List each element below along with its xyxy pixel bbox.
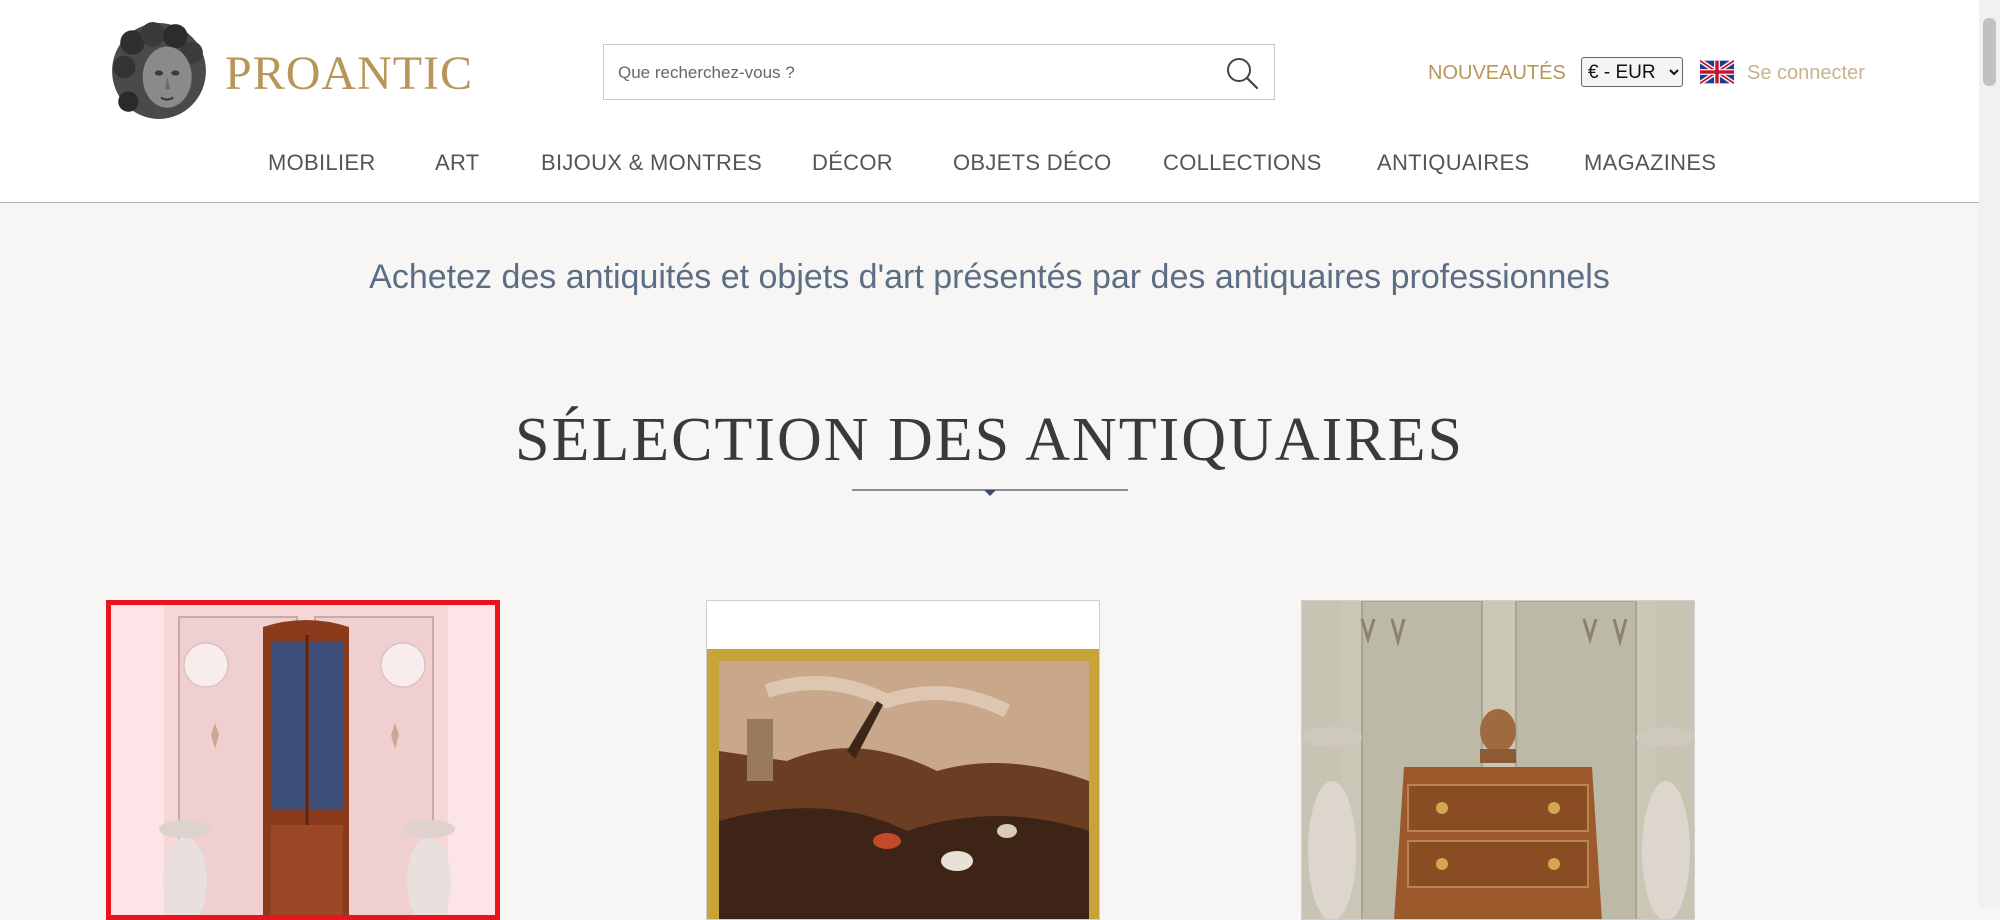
search-icon[interactable] xyxy=(1224,55,1260,91)
nav-item-art[interactable]: ART xyxy=(435,148,480,178)
nav-item-mobilier[interactable]: MOBILIER xyxy=(268,148,376,178)
nav-item-decor[interactable]: DÉCOR xyxy=(812,148,893,178)
product-card[interactable] xyxy=(1301,600,1695,920)
search-input[interactable] xyxy=(616,45,1180,101)
login-link[interactable]: Se connecter xyxy=(1747,59,1865,87)
nav-item-collections[interactable]: COLLECTIONS xyxy=(1163,148,1322,178)
nav-item-magazines[interactable]: MAGAZINES xyxy=(1584,148,1716,178)
battle-painting-image xyxy=(707,601,1099,919)
tagline: Achetez des antiquités et objets d'art p… xyxy=(369,258,1610,296)
antique-commode-image xyxy=(1302,601,1694,919)
title-divider xyxy=(852,489,1128,496)
brand-name[interactable]: PROANTIC xyxy=(225,46,473,102)
product-card[interactable] xyxy=(106,600,500,920)
nav-item-objets-deco[interactable]: OBJETS DÉCO xyxy=(953,148,1112,178)
section-title: SÉLECTION DES ANTIQUAIRES xyxy=(515,406,1464,474)
antique-bookcase-image xyxy=(111,605,495,915)
nav-item-bijoux-montres[interactable]: BIJOUX & MONTRES xyxy=(541,148,762,178)
page-scrollbar[interactable] xyxy=(1979,0,2000,908)
main-nav: MOBILIER ART BIJOUX & MONTRES DÉCOR OBJE… xyxy=(0,148,1979,180)
nouveautes-link[interactable]: NOUVEAUTÉS xyxy=(1428,59,1566,87)
logo-icon[interactable] xyxy=(108,20,210,122)
uk-flag-icon[interactable] xyxy=(1700,60,1734,84)
site-header: PROANTIC NOUVEAUTÉS € - EUR Se connecter… xyxy=(0,0,1979,203)
search-bar xyxy=(603,44,1275,101)
product-card[interactable] xyxy=(706,600,1100,920)
scrollbar-thumb[interactable] xyxy=(1983,18,1996,86)
currency-select[interactable]: € - EUR xyxy=(1581,57,1683,87)
nav-item-antiquaires[interactable]: ANTIQUAIRES xyxy=(1377,148,1529,178)
